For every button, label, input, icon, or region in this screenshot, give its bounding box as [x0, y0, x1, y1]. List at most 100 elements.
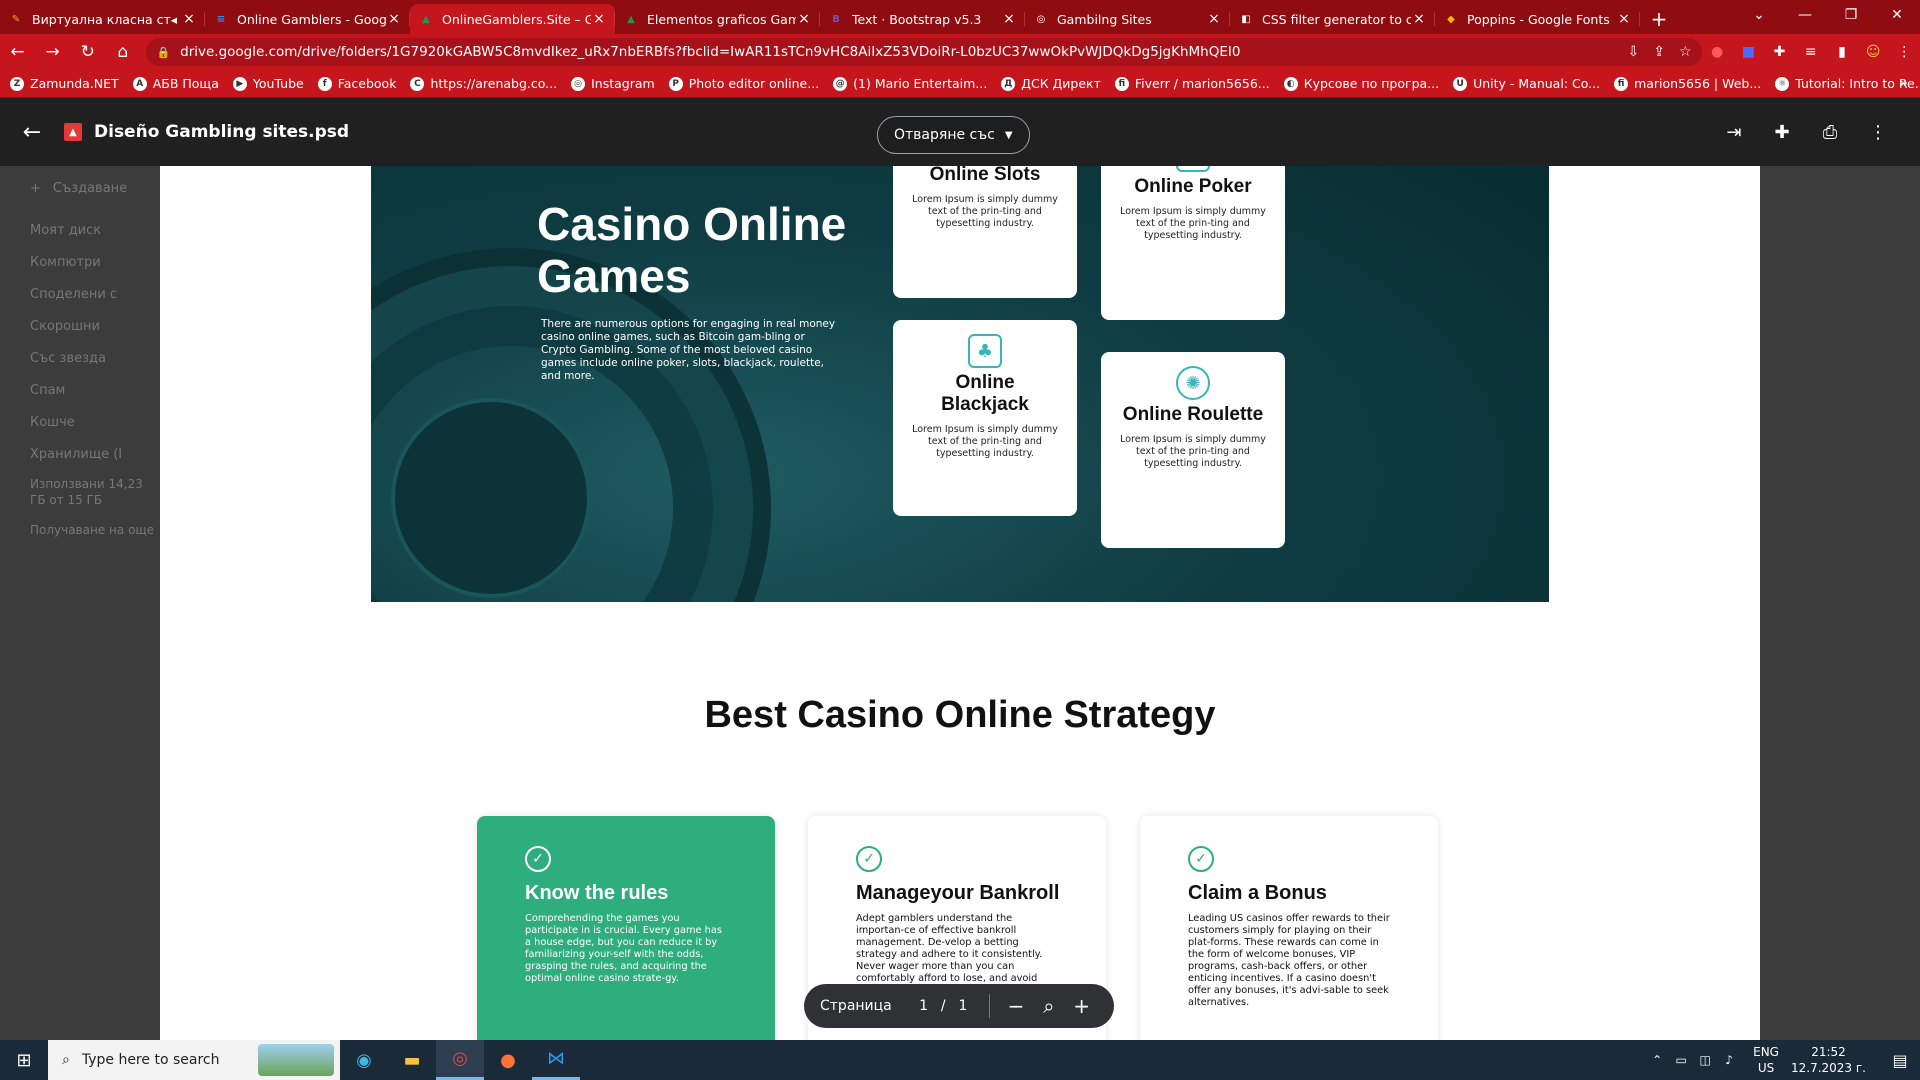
- browser-tab[interactable]: ≡ Online Gamblers - Google ×: [205, 4, 410, 34]
- add-comment-icon[interactable]: ✚: [1758, 122, 1806, 143]
- zoom-icon[interactable]: ⌕: [1032, 994, 1065, 1018]
- clock[interactable]: 21:52 12.7.2023 г.: [1791, 1044, 1866, 1076]
- side-panel-icon[interactable]: ▮: [1826, 44, 1857, 60]
- browser-tab[interactable]: ▲ OnlineGamblers.Site – Goc×: [410, 4, 615, 34]
- bookmark-item[interactable]: Z Zamunda.NET: [10, 76, 119, 91]
- bookmarks-bar: Z Zamunda.NET A АБВ Поща ▶ YouTube f Facebook Ch…: [0, 70, 1920, 98]
- share-icon[interactable]: ⇪: [1653, 44, 1665, 60]
- chrome-icon[interactable]: ◎: [436, 1040, 484, 1080]
- close-preview-back-icon[interactable]: ←: [0, 98, 64, 166]
- bookmark-item[interactable]: @ (1) Mario Entertaim...: [833, 76, 987, 91]
- bookmarks-more-icon[interactable]: »: [1900, 76, 1908, 91]
- bookmark-item[interactable]: ◐ Курсове по програ...: [1283, 76, 1439, 91]
- tab-favicon-icon: ▲: [422, 13, 430, 25]
- chevron-up-icon[interactable]: ⌃: [1645, 1053, 1669, 1067]
- more-actions-icon[interactable]: ⋮: [1854, 122, 1902, 143]
- browser-tab[interactable]: ◎ Gambilng Sites ×: [1025, 4, 1230, 34]
- notification-icon[interactable]: ▤: [1880, 1051, 1920, 1070]
- edge-icon[interactable]: ◉: [340, 1040, 388, 1080]
- lock-icon[interactable]: 🔒: [156, 46, 170, 59]
- tab-search-icon[interactable]: ⌄: [1736, 0, 1782, 30]
- browser-tab[interactable]: ◆ Poppins - Google Fonts ×: [1435, 4, 1640, 34]
- bookmark-item[interactable]: ⚛ Tutorial: Intro to Re...: [1775, 76, 1920, 91]
- page-total: 1: [958, 998, 968, 1014]
- extension-red-icon[interactable]: ●: [1702, 44, 1733, 60]
- browser-tab[interactable]: ✎ Виртуална класна ста ◂ ×: [0, 4, 205, 34]
- open-with-button[interactable]: Отваряне със ▼: [877, 116, 1030, 154]
- bookmark-item[interactable]: f Facebook: [317, 76, 396, 91]
- windows-start-icon[interactable]: ⊞: [0, 1040, 48, 1080]
- profile-avatar[interactable]: ☺: [1858, 44, 1889, 60]
- bookmark-item[interactable]: A АБВ Поща: [132, 76, 219, 91]
- close-tab-icon[interactable]: ×: [386, 11, 402, 27]
- vscode-icon[interactable]: ⋈: [532, 1040, 580, 1080]
- wifi-icon[interactable]: ◫: [1693, 1053, 1717, 1067]
- divider: [988, 994, 990, 1018]
- image-file-icon: ▲: [64, 123, 82, 141]
- drive-nav-item[interactable]: Споделени с: [0, 278, 160, 310]
- volume-icon[interactable]: ♪: [1717, 1053, 1741, 1067]
- network-icon[interactable]: ▭: [1669, 1053, 1693, 1067]
- close-window-button[interactable]: ✕: [1874, 0, 1920, 30]
- strategy-card-bonus: ✓ Claim a Bonus Leading US casinos offer…: [1140, 816, 1438, 1040]
- forward-icon[interactable]: →: [35, 36, 70, 68]
- close-tab-icon[interactable]: ×: [796, 11, 812, 27]
- drive-nav-item[interactable]: Със звезда: [0, 342, 160, 374]
- drive-nav-item[interactable]: Кошче: [0, 406, 160, 438]
- extensions-puzzle-icon[interactable]: ✚: [1764, 44, 1795, 60]
- minimize-button[interactable]: —: [1782, 0, 1828, 30]
- tab-audio-icon[interactable]: ◂: [171, 12, 177, 27]
- bookmark-item[interactable]: Д ДСК Директ: [1001, 76, 1101, 91]
- page-number-input[interactable]: 1: [914, 998, 934, 1014]
- browser-tab[interactable]: ▲ Elementos graficos Gambl ×: [615, 4, 820, 34]
- close-tab-icon[interactable]: ×: [181, 11, 197, 27]
- restore-button[interactable]: ❐: [1828, 0, 1874, 30]
- drive-nav-item[interactable]: Спам: [0, 374, 160, 406]
- bookmark-item[interactable]: ▶ YouTube: [232, 76, 304, 91]
- bookmark-item[interactable]: ◎ Instagram: [571, 76, 655, 91]
- bookmark-item[interactable]: Chttps://arenabg.co...: [410, 76, 557, 91]
- preview-actions: ⇥ ✚ ⎙ ⋮: [1710, 98, 1902, 166]
- new-tab-button[interactable]: +: [1644, 4, 1674, 34]
- strategy-title: Best Casino Online Strategy: [704, 694, 1216, 736]
- bookmark-label: https://arenabg.co...: [430, 76, 558, 91]
- close-tab-icon[interactable]: ×: [1616, 11, 1632, 27]
- get-more-storage-button[interactable]: Получаване на още: [0, 514, 160, 546]
- install-icon[interactable]: ⇩: [1628, 44, 1640, 60]
- media-list-icon[interactable]: ≡: [1795, 44, 1826, 60]
- drive-nav-item[interactable]: Моят диск: [0, 214, 160, 246]
- language-indicator[interactable]: ENG US: [1753, 1044, 1779, 1076]
- reload-icon[interactable]: ↻: [70, 36, 105, 68]
- drive-nav-item[interactable]: Хранилище (I: [0, 438, 160, 470]
- menu-kebab-icon[interactable]: ⋮: [1889, 44, 1920, 60]
- drive-nav-item[interactable]: Скорошни: [0, 310, 160, 342]
- move-to-folder-icon[interactable]: ⇥: [1710, 122, 1758, 143]
- bookmark-star-icon[interactable]: ☆: [1679, 44, 1692, 60]
- zoom-in-icon[interactable]: +: [1065, 994, 1098, 1018]
- close-tab-icon[interactable]: ×: [1206, 11, 1222, 27]
- back-icon[interactable]: ←: [0, 36, 35, 68]
- browser-tab[interactable]: B Text · Bootstrap v5.3 ×: [820, 4, 1025, 34]
- tab-title: Elementos graficos Gambl: [647, 11, 796, 27]
- tab-title: Виртуална класна ста: [32, 11, 171, 27]
- bookmark-item[interactable]: fi Fiverr / marion5656...: [1114, 76, 1270, 91]
- browser-tab[interactable]: ◧ CSS filter generator to con×: [1230, 4, 1435, 34]
- create-button[interactable]: + Създаване: [0, 166, 160, 210]
- taskbar-search[interactable]: ⌕ Type here to search: [48, 1040, 340, 1080]
- print-icon[interactable]: ⎙: [1806, 122, 1854, 143]
- extension-blue-icon[interactable]: ■: [1733, 44, 1764, 60]
- close-tab-icon[interactable]: ×: [591, 11, 607, 27]
- hero-title: Casino Online Games: [537, 198, 847, 302]
- file-name: Diseño Gambling sites.psd: [94, 122, 350, 142]
- firefox-icon[interactable]: ●: [484, 1040, 532, 1080]
- zoom-out-icon[interactable]: −: [1000, 994, 1033, 1018]
- address-bar[interactable]: 🔒 drive.google.com/drive/folders/1G7920k…: [146, 38, 1702, 66]
- bookmark-item[interactable]: fi marion5656 | Web...: [1614, 76, 1761, 91]
- bookmark-item[interactable]: U Unity - Manual: Co...: [1453, 76, 1600, 91]
- bookmark-item[interactable]: P Photo editor online...: [668, 76, 819, 91]
- drive-nav-item[interactable]: Компютри: [0, 246, 160, 278]
- home-icon[interactable]: ⌂: [105, 36, 140, 68]
- close-tab-icon[interactable]: ×: [1001, 11, 1017, 27]
- close-tab-icon[interactable]: ×: [1411, 11, 1427, 27]
- file-explorer-icon[interactable]: ▬: [388, 1040, 436, 1080]
